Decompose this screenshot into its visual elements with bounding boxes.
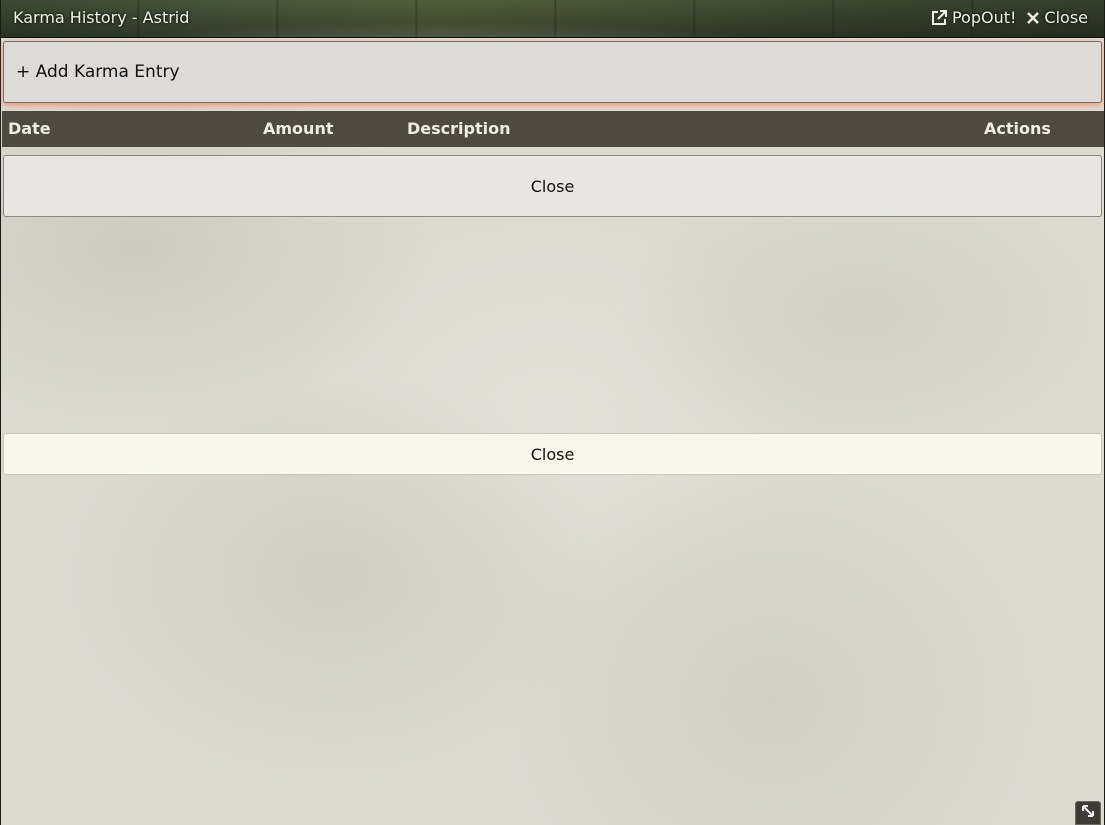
popout-button[interactable]: PopOut!	[930, 8, 1016, 27]
resize-arrows-icon	[1080, 803, 1096, 823]
close-button[interactable]: Close	[3, 155, 1102, 217]
window-titlebar[interactable]: Karma History - Astrid PopOut! Close	[1, 0, 1104, 38]
karma-table-header: Date Amount Description Actions	[2, 111, 1104, 147]
column-header-actions: Actions	[984, 119, 1051, 138]
popout-label: PopOut!	[951, 8, 1017, 27]
window-close-button[interactable]: Close	[1026, 8, 1088, 27]
karma-history-window: Karma History - Astrid PopOut! Close + A…	[0, 0, 1105, 825]
resize-handle[interactable]	[1075, 801, 1101, 825]
external-link-icon	[930, 9, 948, 27]
column-header-amount: Amount	[263, 119, 334, 138]
column-header-date: Date	[8, 119, 51, 138]
window-controls: PopOut! Close	[930, 8, 1088, 27]
window-close-label: Close	[1044, 8, 1088, 27]
column-header-description: Description	[407, 119, 511, 138]
add-karma-entry-button[interactable]: + Add Karma Entry	[3, 41, 1102, 103]
close-button-secondary[interactable]: Close	[3, 433, 1102, 475]
close-x-icon	[1026, 11, 1040, 25]
window-title: Karma History - Astrid	[13, 8, 190, 27]
